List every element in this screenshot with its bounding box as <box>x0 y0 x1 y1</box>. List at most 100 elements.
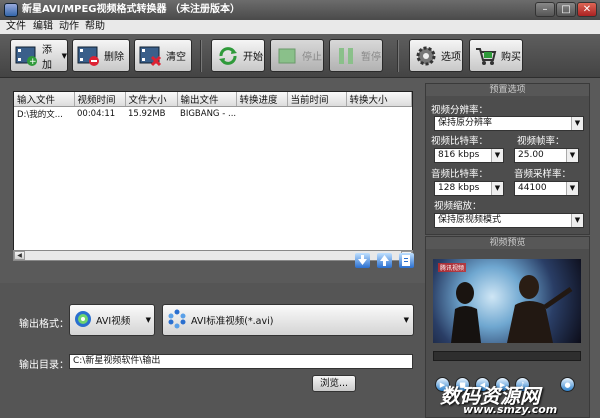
chevron-down-icon: ▼ <box>403 316 409 324</box>
audio-bitrate-value: 128 kbps <box>438 183 480 193</box>
delete-label: 删除 <box>104 52 124 63</box>
cell-file-size: 15.92MB <box>128 108 166 119</box>
snapshot-icon[interactable]: ● <box>560 377 575 392</box>
output-dir-label: 输出目录： <box>19 360 69 371</box>
menu-action[interactable]: 动作 <box>59 20 79 34</box>
buy-label: 购买 <box>501 52 521 63</box>
close-icon[interactable]: ✕ <box>577 2 597 17</box>
preset-title: 预置选项 <box>426 84 589 96</box>
gear-icon <box>414 45 438 67</box>
resolution-label: 视频分辨率： <box>431 105 489 116</box>
video-bitrate-value: 816 kbps <box>438 150 480 160</box>
chevron-down-icon[interactable]: ▼ <box>62 52 67 60</box>
resolution-dropdown[interactable]: 保持原分辨率 ▼ <box>434 116 584 131</box>
chevron-down-icon: ▼ <box>145 316 151 324</box>
menu-edit[interactable]: 编辑 <box>33 20 53 34</box>
clear-button[interactable]: 清空 <box>134 39 192 72</box>
cell-input-file: D:\我的文... <box>17 109 63 120</box>
sample-rate-dropdown[interactable]: 44100 ▼ <box>514 181 579 196</box>
stop-icon <box>275 45 299 67</box>
performer-silhouette <box>451 275 573 343</box>
app-icon <box>4 3 18 17</box>
refresh-start-icon <box>216 45 240 67</box>
chevron-down-icon: ▼ <box>491 149 503 162</box>
fps-value: 25.00 <box>518 150 544 160</box>
pause-button[interactable]: 暂停 <box>329 39 383 72</box>
scale-dropdown[interactable]: 保持原视频模式 ▼ <box>434 213 584 228</box>
preset-panel: 预置选项 视频分辨率： 保持原分辨率 ▼ 视频比特率： 视频帧率： 816 kbp… <box>425 83 590 235</box>
minimize-icon[interactable]: – <box>535 2 555 17</box>
column-header[interactable]: 文件大小 <box>125 92 178 107</box>
column-header[interactable]: 转换进度 <box>236 92 288 107</box>
column-header[interactable]: 转换大小 <box>346 92 412 107</box>
file-list[interactable]: 输入文件 视频时间 文件大小 输出文件 转换进度 当前时间 转换大小 D:\我的… <box>13 91 413 251</box>
options-label: 选项 <box>441 52 461 63</box>
start-button[interactable]: 开始 <box>211 39 265 72</box>
film-add-icon: + <box>15 45 39 67</box>
move-down-icon[interactable] <box>355 253 370 268</box>
format-category-dropdown[interactable]: AVI视频 ▼ <box>69 304 155 336</box>
video-bitrate-dropdown[interactable]: 816 kbps ▼ <box>434 148 504 163</box>
menu-file[interactable]: 文件 <box>6 20 26 34</box>
cart-icon <box>474 45 498 67</box>
cell-progress <box>236 107 287 121</box>
seek-bar[interactable] <box>433 351 581 361</box>
column-header[interactable]: 当前时间 <box>287 92 347 107</box>
buy-button[interactable]: 购买 <box>469 39 523 72</box>
output-format-label: 输出格式： <box>19 319 69 330</box>
options-button[interactable]: 选项 <box>409 39 463 72</box>
format-dots-icon <box>167 309 187 332</box>
chevron-down-icon: ▼ <box>571 214 583 227</box>
avi-disc-icon <box>74 310 92 331</box>
film-delete-icon <box>77 45 101 67</box>
format-dropdown[interactable]: AVI标准视频(*.avi) ▼ <box>162 304 414 336</box>
stop-button[interactable]: 停止 <box>270 39 324 72</box>
delete-button[interactable]: 删除 <box>72 39 130 72</box>
fps-dropdown[interactable]: 25.00 ▼ <box>514 148 579 163</box>
column-header[interactable]: 输入文件 <box>14 92 75 107</box>
video-bitrate-label: 视频比特率： <box>431 136 489 147</box>
menu-help[interactable]: 帮助 <box>85 20 105 34</box>
file-list-header: 输入文件 视频时间 文件大小 输出文件 转换进度 当前时间 转换大小 <box>14 92 412 107</box>
video-preview: 腾讯视频 <box>433 259 581 343</box>
scale-label: 视频缩放： <box>434 201 482 212</box>
pause-label: 暂停 <box>361 52 381 63</box>
stop-label: 停止 <box>302 52 322 63</box>
start-label: 开始 <box>243 52 263 63</box>
chevron-down-icon: ▼ <box>566 149 578 162</box>
format-category-value: AVI视频 <box>96 316 131 327</box>
cell-video-time: 00:04:11 <box>77 108 116 119</box>
cell-converted-size <box>346 107 412 121</box>
fps-label: 视频帧率： <box>517 136 565 147</box>
chevron-down-icon: ▼ <box>571 117 583 130</box>
add-label: 添加 <box>42 44 52 71</box>
scroll-left-icon[interactable]: ◀ <box>14 251 25 260</box>
format-value: AVI标准视频(*.avi) <box>191 316 274 327</box>
chevron-down-icon: ▼ <box>491 182 503 195</box>
resolution-value: 保持原分辨率 <box>438 118 493 128</box>
audio-bitrate-dropdown[interactable]: 128 kbps ▼ <box>434 181 504 196</box>
watermark-url: www.smzy.com <box>463 403 558 416</box>
add-button[interactable]: + 添加 ▼ <box>10 39 68 72</box>
sample-rate-label: 音频采样率： <box>514 169 572 180</box>
cell-output-file: BIGBANG - ... <box>180 108 236 119</box>
chevron-down-icon: ▼ <box>566 182 578 195</box>
toolbar: + 添加 ▼ 删除 清空 开始 停止 暂停 选项 购买 <box>0 34 600 78</box>
pause-icon <box>334 45 358 67</box>
svg-text:+: + <box>29 57 37 67</box>
preview-title: 视频预览 <box>426 237 589 249</box>
toolbar-separator <box>200 40 202 72</box>
output-dir-field[interactable]: C:\新星视频软件\输出 <box>69 354 413 369</box>
file-info-icon[interactable] <box>399 253 414 268</box>
move-up-icon[interactable] <box>377 253 392 268</box>
browse-button[interactable]: 浏览... <box>312 375 356 392</box>
clear-label: 清空 <box>166 52 186 63</box>
column-header[interactable]: 视频时间 <box>74 92 126 107</box>
table-row[interactable]: D:\我的文... 00:04:11 15.92MB BIGBANG - ... <box>14 107 412 121</box>
maximize-icon[interactable]: □ <box>556 2 576 17</box>
window-title: 新星AVI/MPEG视频格式转换器 （未注册版本） <box>22 4 240 15</box>
audio-bitrate-label: 音频比特率： <box>431 169 489 180</box>
horizontal-scrollbar[interactable]: ◀ ▶ <box>13 250 413 261</box>
scale-value: 保持原视频模式 <box>438 215 502 225</box>
column-header[interactable]: 输出文件 <box>177 92 237 107</box>
